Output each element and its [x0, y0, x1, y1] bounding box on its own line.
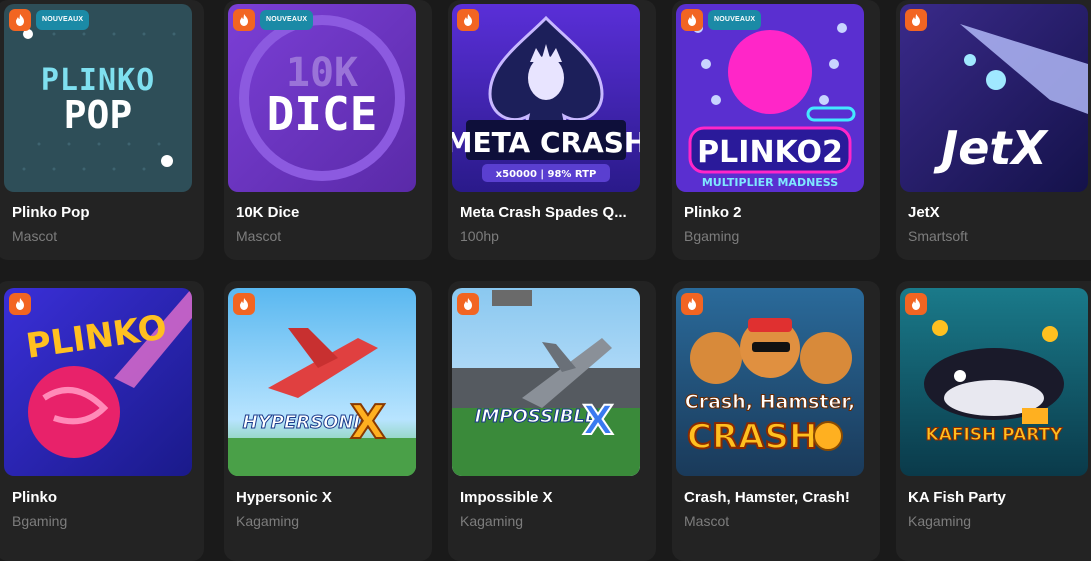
- game-provider[interactable]: Kagaming: [236, 513, 299, 529]
- game-card-10k-dice[interactable]: 10K DICE NOUVEAUX 10K Dice Mascot: [224, 0, 432, 260]
- game-card-crash-hamster-crash[interactable]: Crash, Hamster, CRASH! Crash, Hamster, C…: [672, 281, 880, 561]
- game-title[interactable]: KA Fish Party: [908, 489, 1091, 506]
- game-card-hypersonic-x[interactable]: HYPERSONIC X Hypersonic X Kagaming: [224, 281, 432, 561]
- game-thumbnail[interactable]: JetX: [900, 4, 1088, 192]
- game-card-ka-fish-party[interactable]: KAFISH PARTY KA Fish Party Kagaming: [896, 281, 1091, 561]
- game-provider[interactable]: 100hp: [460, 228, 499, 244]
- fire-icon: [905, 9, 927, 31]
- game-provider[interactable]: Smartsoft: [908, 228, 968, 244]
- game-title[interactable]: Impossible X: [460, 489, 644, 506]
- art-text: X: [583, 398, 614, 444]
- fire-icon: [9, 293, 31, 315]
- fire-icon: [681, 9, 703, 31]
- game-title[interactable]: 10K Dice: [236, 204, 420, 221]
- art-text: x50000 | 98% RTP: [496, 169, 597, 180]
- game-thumbnail[interactable]: HYPERSONIC X: [228, 288, 416, 476]
- game-thumbnail[interactable]: IMPOSSIBLE X: [452, 288, 640, 476]
- art-text: POP: [64, 93, 133, 137]
- fire-icon: [681, 293, 703, 315]
- game-card-impossible-x[interactable]: IMPOSSIBLE X Impossible X Kagaming: [448, 281, 656, 561]
- art-text: X: [350, 395, 385, 449]
- game-card-meta-crash-spades[interactable]: META CRASH x50000 | 98% RTP Meta Crash S…: [448, 0, 656, 260]
- game-title[interactable]: JetX: [908, 204, 1091, 221]
- game-card-plinko-pop[interactable]: PLINKO POP NOUVEAUX Plinko Pop Mascot: [0, 0, 204, 260]
- art-text: PLINKO2: [697, 135, 843, 170]
- game-provider[interactable]: Mascot: [236, 228, 281, 244]
- game-provider[interactable]: Kagaming: [908, 513, 971, 529]
- game-thumbnail[interactable]: PLINKO: [4, 288, 192, 476]
- game-provider[interactable]: Mascot: [684, 513, 729, 529]
- game-card-plinko-2[interactable]: PLINKO2 MULTIPLIER MADNESS NOUVEAUX Plin…: [672, 0, 880, 260]
- art-text: Crash, Hamster,: [685, 391, 855, 413]
- art-text: CRASH!: [687, 417, 833, 457]
- game-thumbnail[interactable]: 10K DICE NOUVEAUX: [228, 4, 416, 192]
- game-title[interactable]: Plinko 2: [684, 204, 868, 221]
- game-title[interactable]: Crash, Hamster, Crash!: [684, 489, 868, 506]
- game-provider[interactable]: Bgaming: [684, 228, 739, 244]
- game-card-jetx[interactable]: JetX JetX Smartsoft: [896, 0, 1091, 260]
- game-card-plinko[interactable]: PLINKO Plinko Bgaming: [0, 281, 204, 561]
- fire-icon: [905, 293, 927, 315]
- art-text: KAFISH PARTY: [926, 425, 1064, 445]
- game-thumbnail[interactable]: Crash, Hamster, CRASH!: [676, 288, 864, 476]
- game-provider[interactable]: Mascot: [12, 228, 57, 244]
- new-badge: NOUVEAUX: [36, 10, 90, 30]
- game-thumbnail[interactable]: META CRASH x50000 | 98% RTP: [452, 4, 640, 192]
- fire-icon: [457, 293, 479, 315]
- game-thumbnail[interactable]: KAFISH PARTY: [900, 288, 1088, 476]
- game-provider[interactable]: Kagaming: [460, 513, 523, 529]
- game-thumbnail[interactable]: PLINKO2 MULTIPLIER MADNESS NOUVEAUX: [676, 4, 864, 192]
- game-title[interactable]: Meta Crash Spades Q...: [460, 204, 644, 221]
- game-provider[interactable]: Bgaming: [12, 513, 67, 529]
- fire-icon: [9, 9, 31, 31]
- fire-icon: [457, 9, 479, 31]
- game-thumbnail[interactable]: PLINKO POP NOUVEAUX: [4, 4, 192, 192]
- game-title[interactable]: Plinko: [12, 489, 196, 506]
- art-text: MULTIPLIER MADNESS: [702, 176, 838, 189]
- art-text: DICE: [267, 87, 378, 141]
- art-text: JetX: [933, 121, 1049, 175]
- game-title[interactable]: Plinko Pop: [12, 204, 196, 221]
- fire-icon: [233, 9, 255, 31]
- fire-icon: [233, 293, 255, 315]
- art-text: IMPOSSIBLE: [475, 406, 598, 427]
- game-title[interactable]: Hypersonic X: [236, 489, 420, 506]
- new-badge: NOUVEAUX: [708, 10, 762, 30]
- art-text: META CRASH: [452, 126, 640, 159]
- new-badge: NOUVEAUX: [260, 10, 314, 30]
